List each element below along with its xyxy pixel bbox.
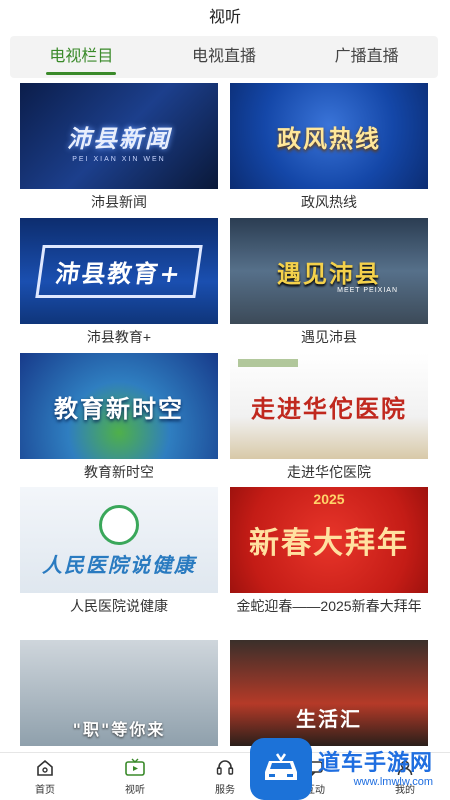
top-bar: 视听 [0, 0, 450, 30]
page-title: 视听 [208, 9, 241, 26]
headset-icon [214, 757, 236, 779]
watermark-url: www.lmwlw.com [353, 775, 434, 788]
program-card-hotline[interactable]: 政风热线 政风热线 [230, 83, 428, 212]
program-card-huatuo-hospital[interactable]: 走进华佗医院 走进华佗医院 [230, 353, 428, 482]
thumbnail-title: 走进华佗医院 [251, 393, 407, 423]
program-card-peoples-hospital[interactable]: 人民医院说健康 人民医院说健康 [20, 487, 218, 616]
home-icon [34, 757, 56, 779]
watermark-title: 道车手游网 [318, 749, 434, 775]
hospital-emblem-icon [99, 505, 139, 545]
thumbnail-frame: 沛县教育+ [35, 244, 203, 298]
nav-label: 首页 [35, 785, 55, 796]
nav-media[interactable]: 视听 [90, 753, 180, 800]
program-caption[interactable]: 走进华佗医院 [230, 463, 428, 482]
program-caption[interactable]: 沛县新闻 [20, 193, 218, 212]
tab-tv-programs[interactable]: 电视栏目 [10, 36, 153, 78]
tab-tv-live[interactable]: 电视直播 [153, 36, 296, 78]
program-thumbnail[interactable]: 走进华佗医院 [230, 353, 428, 459]
tv-icon [124, 757, 146, 779]
site-watermark: 道车手游网 www.lmwlw.com [250, 738, 450, 800]
program-card-meet-peixian[interactable]: 遇见沛县 MEET PEIXIAN 遇见沛县 [230, 218, 428, 347]
program-card-jobs[interactable]: "职"等你来 [20, 640, 218, 746]
program-caption[interactable]: 遇见沛县 [230, 328, 428, 347]
thumbnail-subtitle: PEI XIAN XIN WEN [72, 156, 166, 163]
thumbnail-title: 教育新时空 [54, 393, 184, 423]
program-card-new-year[interactable]: 2025 新春大拜年 金蛇迎春——2025新春大拜年 [230, 487, 428, 616]
nav-label: 服务 [215, 785, 235, 796]
program-card-education-space[interactable]: 教育新时空 教育新时空 [20, 353, 218, 482]
program-thumbnail[interactable]: 遇见沛县 MEET PEIXIAN [230, 218, 428, 324]
program-thumbnail[interactable]: "职"等你来 [20, 640, 218, 746]
program-thumbnail[interactable]: 人民医院说健康 [20, 487, 218, 593]
program-thumbnail[interactable]: 教育新时空 [20, 353, 218, 459]
nav-home[interactable]: 首页 [0, 753, 90, 800]
program-thumbnail[interactable]: 沛县教育+ [20, 218, 218, 324]
program-caption[interactable]: 人民医院说健康 [20, 597, 218, 616]
hospital-logo [238, 359, 298, 367]
program-card-pei-news[interactable]: 沛县新闻 PEI XIAN XIN WEN 沛县新闻 [20, 83, 218, 212]
tab-bar: 电视栏目 电视直播 广播直播 [10, 36, 438, 78]
thumbnail-title: 人民医院说健康 [42, 552, 196, 577]
program-thumbnail[interactable]: 沛县新闻 PEI XIAN XIN WEN [20, 83, 218, 189]
car-logo-icon [250, 738, 312, 800]
thumbnail-title: 遇见沛县 [277, 258, 381, 288]
program-caption[interactable]: 教育新时空 [20, 463, 218, 482]
thumbnail-title: 政风热线 [277, 123, 381, 153]
program-caption[interactable]: 金蛇迎春——2025新春大拜年 [230, 597, 428, 616]
thumbnail-subtitle: MEET PEIXIAN [337, 287, 398, 294]
thumbnail-title: 生活汇 [296, 707, 362, 731]
program-card-life[interactable]: 生活汇 [230, 640, 428, 746]
program-thumbnail[interactable]: 政风热线 [230, 83, 428, 189]
program-card-education[interactable]: 沛县教育+ 沛县教育+ [20, 218, 218, 347]
tab-radio-live[interactable]: 广播直播 [295, 36, 438, 78]
nav-label: 视听 [125, 785, 145, 796]
thumbnail-title: "职"等你来 [72, 720, 166, 739]
program-thumbnail[interactable]: 2025 新春大拜年 [230, 487, 428, 593]
thumbnail-title: 新春大拜年 [249, 526, 409, 561]
program-caption[interactable]: 沛县教育+ [20, 328, 218, 347]
thumbnail-title: 沛县新闻 [67, 123, 171, 153]
program-thumbnail[interactable]: 生活汇 [230, 640, 428, 746]
program-caption[interactable]: 政风热线 [230, 193, 428, 212]
thumbnail-year: 2025 [313, 491, 345, 507]
thumbnail-title: 沛县教育+ [53, 258, 184, 288]
watermark-text: 道车手游网 www.lmwlw.com [318, 750, 433, 789]
